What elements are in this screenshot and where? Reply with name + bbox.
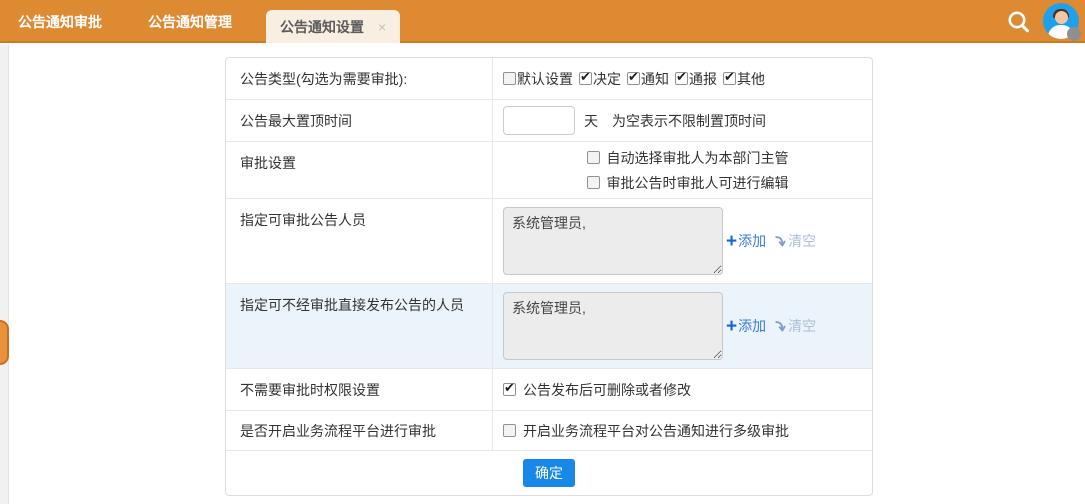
checkbox-other[interactable]: 其他 <box>723 69 765 89</box>
checkbox-can-delete-modify[interactable]: 公告发布后可删除或者修改 <box>503 377 691 402</box>
checkbox-label: 自动选择审批人为本部门主管 <box>607 148 789 168</box>
tab-announcement-settings[interactable]: 公告通知设置 × <box>266 10 400 43</box>
checkbox[interactable] <box>503 72 516 85</box>
checkbox[interactable] <box>503 383 516 396</box>
tab-label: 公告通知设置 <box>280 17 364 37</box>
tab-announcement-approval[interactable]: 公告通知审批 <box>10 0 110 43</box>
direct-publishers-textarea[interactable]: 系统管理员, <box>503 292 723 360</box>
tab-announcement-management[interactable]: 公告通知管理 <box>140 0 240 43</box>
checkbox-label: 通知 <box>641 69 669 89</box>
add-approver-button[interactable]: 添加 <box>726 231 766 251</box>
clear-approvers-button[interactable]: 清空 <box>774 231 816 251</box>
row-label: 公告类型(勾选为需要审批): <box>226 58 493 99</box>
left-side-strip <box>0 45 9 504</box>
checkbox[interactable] <box>587 176 600 189</box>
checkbox[interactable] <box>627 72 640 85</box>
confirm-button[interactable]: 确定 <box>523 459 575 487</box>
checkbox-label: 决定 <box>593 69 621 89</box>
clear-publishers-button[interactable]: 清空 <box>774 316 816 336</box>
top-header-bar: 公告通知审批 公告通知管理 公告通知设置 × <box>0 0 1085 43</box>
add-label: 添加 <box>738 231 766 251</box>
tab-label: 公告通知审批 <box>18 12 102 32</box>
checkbox-approver-can-edit[interactable]: 审批公告时审批人可进行编辑 <box>587 170 789 195</box>
checkbox[interactable] <box>723 72 736 85</box>
days-unit-label: 天 <box>584 111 598 131</box>
clear-arrow-icon <box>774 320 787 333</box>
checkbox-enable-workflow[interactable]: 开启业务流程平台对公告通知进行多级审批 <box>503 418 789 443</box>
main-content: 公告类型(勾选为需要审批): 默认设置 决定 通知 通报 <box>0 45 1085 504</box>
plus-icon <box>726 317 737 336</box>
plus-icon <box>726 232 737 251</box>
row-submit: 确定 <box>226 451 872 495</box>
search-icon[interactable] <box>1005 9 1033 35</box>
checkbox-label: 其他 <box>737 69 765 89</box>
checkbox-label: 审批公告时审批人可进行编辑 <box>607 173 789 193</box>
checkbox[interactable] <box>503 424 516 437</box>
checkbox-notice[interactable]: 通知 <box>627 69 669 89</box>
checkbox-label: 开启业务流程平台对公告通知进行多级审批 <box>523 421 789 441</box>
row-label: 指定可不经审批直接发布公告的人员 <box>226 284 493 368</box>
checkbox[interactable] <box>675 72 688 85</box>
status-badge <box>1067 27 1081 41</box>
clear-arrow-icon <box>774 235 787 248</box>
row-workflow-platform: 是否开启业务流程平台进行审批 开启业务流程平台对公告通知进行多级审批 <box>226 411 872 451</box>
sidebar-expand-handle[interactable] <box>0 320 9 365</box>
row-label: 指定可审批公告人员 <box>226 199 493 283</box>
add-label: 添加 <box>738 316 766 336</box>
user-avatar[interactable] <box>1043 3 1079 39</box>
tab-label: 公告通知管理 <box>148 12 232 32</box>
tab-bar: 公告通知审批 公告通知管理 公告通知设置 × <box>10 0 400 43</box>
row-label: 不需要审批时权限设置 <box>226 369 493 410</box>
add-publisher-button[interactable]: 添加 <box>726 316 766 336</box>
max-pin-days-input[interactable] <box>503 106 575 135</box>
checkbox[interactable] <box>579 72 592 85</box>
avatar-face <box>1055 11 1068 24</box>
row-no-approval-permission: 不需要审批时权限设置 公告发布后可删除或者修改 <box>226 369 872 411</box>
row-approval-settings: 审批设置 自动选择审批人为本部门主管 审批公告时审批人可进行编辑 <box>226 142 872 199</box>
checkbox-default-setting[interactable]: 默认设置 <box>503 69 573 89</box>
clear-label: 清空 <box>788 316 816 336</box>
checkbox-bulletin[interactable]: 通报 <box>675 69 717 89</box>
row-label: 审批设置 <box>226 142 493 198</box>
close-tab-icon[interactable]: × <box>378 20 386 34</box>
row-direct-publishers: 指定可不经审批直接发布公告的人员 系统管理员, 添加 清空 <box>226 284 872 369</box>
clear-label: 清空 <box>788 231 816 251</box>
approvers-textarea[interactable]: 系统管理员, <box>503 207 723 275</box>
checkbox-decision[interactable]: 决定 <box>579 69 621 89</box>
row-announcement-type: 公告类型(勾选为需要审批): 默认设置 决定 通知 通报 <box>226 58 872 100</box>
row-label: 公告最大置顶时间 <box>226 100 493 141</box>
checkbox[interactable] <box>587 151 600 164</box>
checkbox-label: 默认设置 <box>517 69 573 89</box>
checkbox-auto-select-approver[interactable]: 自动选择审批人为本部门主管 <box>587 145 789 170</box>
row-designated-approvers: 指定可审批公告人员 系统管理员, 添加 清空 <box>226 199 872 284</box>
row-max-pin-time: 公告最大置顶时间 天 为空表示不限制置顶时间 <box>226 100 872 142</box>
pin-time-hint: 为空表示不限制置顶时间 <box>612 111 766 131</box>
row-label: 是否开启业务流程平台进行审批 <box>226 411 493 450</box>
checkbox-label: 通报 <box>689 69 717 89</box>
checkbox-label: 公告发布后可删除或者修改 <box>523 380 691 400</box>
settings-form-table: 公告类型(勾选为需要审批): 默认设置 决定 通知 通报 <box>225 57 873 496</box>
